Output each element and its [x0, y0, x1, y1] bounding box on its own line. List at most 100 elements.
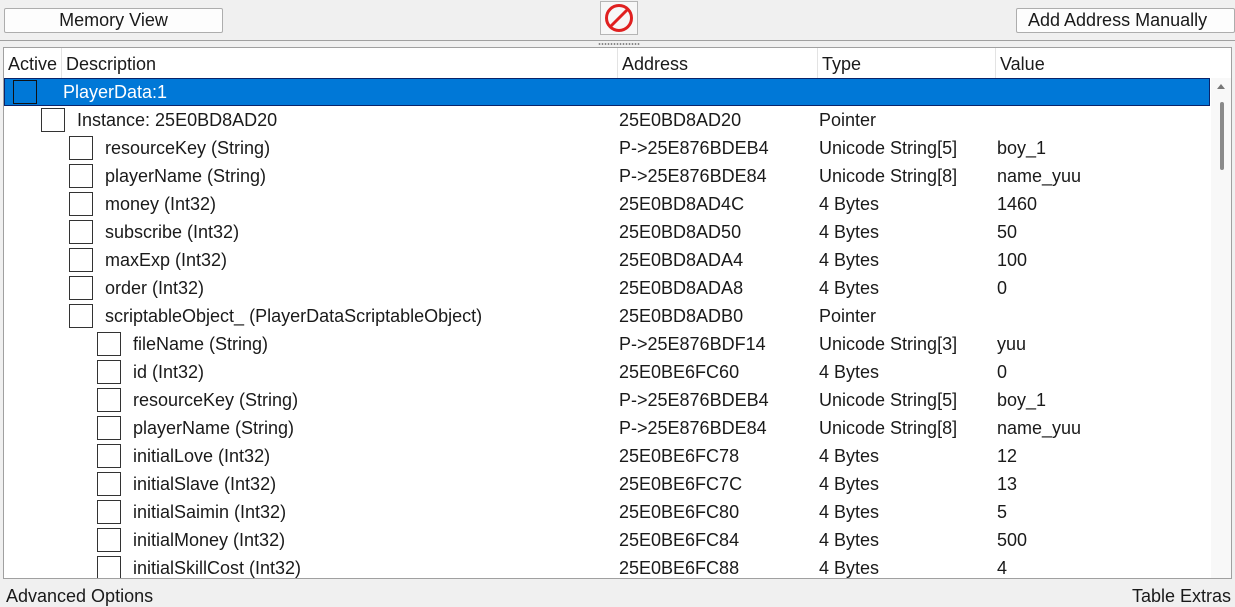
column-header-type[interactable]: Type — [818, 48, 996, 78]
row-value[interactable]: boy_1 — [997, 386, 1046, 414]
table-row[interactable]: order (Int32) 25E0BD8ADA8 4 Bytes 0 — [4, 274, 1210, 302]
active-checkbox[interactable] — [69, 248, 93, 272]
table-row[interactable]: Instance: 25E0BD8AD20 25E0BD8AD20 Pointer — [4, 106, 1210, 134]
row-description: money (Int32) — [105, 194, 217, 214]
row-address: 25E0BD8AD50 — [619, 222, 742, 242]
stop-button[interactable] — [600, 1, 638, 35]
no-entry-icon — [605, 4, 633, 32]
row-address: 25E0BD8ADB0 — [619, 306, 744, 326]
column-header-active[interactable]: Active — [4, 48, 62, 78]
row-value[interactable]: 0 — [997, 274, 1007, 302]
table-rows: PlayerData:1 Instance: 25E0BD8AD20 25E0BD8… — [4, 78, 1210, 578]
row-value[interactable]: name_yuu — [997, 414, 1081, 442]
row-description: id (Int32) — [133, 362, 205, 382]
active-checkbox[interactable] — [13, 80, 37, 104]
memory-view-button[interactable]: Memory View — [4, 8, 223, 33]
active-checkbox[interactable] — [97, 472, 121, 496]
vertical-scrollbar[interactable] — [1211, 78, 1231, 578]
active-checkbox[interactable] — [69, 276, 93, 300]
row-type: Pointer — [819, 110, 877, 130]
row-address: 25E0BD8ADA4 — [619, 250, 744, 270]
table-row[interactable]: money (Int32) 25E0BD8AD4C 4 Bytes 1460 — [4, 190, 1210, 218]
table-row[interactable]: scriptableObject_ (PlayerDataScriptableO… — [4, 302, 1210, 330]
table-row[interactable]: PlayerData:1 — [4, 78, 1210, 106]
row-description: initialSkillCost (Int32) — [133, 558, 302, 578]
column-header-value[interactable]: Value — [996, 48, 1210, 78]
row-value[interactable]: 12 — [997, 442, 1017, 470]
active-checkbox[interactable] — [69, 304, 93, 328]
row-description: subscribe (Int32) — [105, 222, 240, 242]
row-value[interactable]: name_yuu — [997, 162, 1081, 190]
table-row[interactable]: initialSlave (Int32) 25E0BE6FC7C 4 Bytes 13 — [4, 470, 1210, 498]
active-checkbox[interactable] — [97, 332, 121, 356]
table-row[interactable]: maxExp (Int32) 25E0BD8ADA4 4 Bytes 100 — [4, 246, 1210, 274]
splitter-line — [0, 40, 1235, 41]
table-row[interactable]: playerName (String) P->25E876BDE84 Unicode… — [4, 162, 1210, 190]
table-row[interactable]: initialSaimin (Int32) 25E0BE6FC80 4 Bytes 5 — [4, 498, 1210, 526]
active-checkbox[interactable] — [69, 136, 93, 160]
row-address: P->25E876BDEB4 — [619, 390, 769, 410]
row-value[interactable]: 13 — [997, 470, 1017, 498]
row-description: resourceKey (String) — [105, 138, 271, 158]
table-extras-button[interactable]: Table Extras — [1132, 586, 1231, 607]
row-description: scriptableObject_ (PlayerDataScriptableO… — [105, 306, 483, 326]
active-checkbox[interactable] — [97, 388, 121, 412]
table-row[interactable]: fileName (String) P->25E876BDF14 Unicode S… — [4, 330, 1210, 358]
table-row[interactable]: subscribe (Int32) 25E0BD8AD50 4 Bytes 50 — [4, 218, 1210, 246]
row-type: Unicode String[8] — [819, 166, 958, 186]
row-value[interactable]: 1460 — [997, 190, 1037, 218]
row-type: Unicode String[5] — [819, 390, 958, 410]
row-address: 25E0BE6FC84 — [619, 530, 740, 550]
row-type: 4 Bytes — [819, 530, 880, 550]
active-checkbox[interactable] — [97, 360, 121, 384]
row-type: 4 Bytes — [819, 502, 880, 522]
column-header-address[interactable]: Address — [618, 48, 818, 78]
active-checkbox[interactable] — [69, 164, 93, 188]
row-description: initialMoney (Int32) — [133, 530, 286, 550]
row-value[interactable]: boy_1 — [997, 134, 1046, 162]
active-checkbox[interactable] — [97, 500, 121, 524]
active-checkbox[interactable] — [69, 220, 93, 244]
row-description: playerName (String) — [133, 418, 295, 438]
row-value[interactable]: 5 — [997, 498, 1007, 526]
scrollbar-thumb[interactable] — [1220, 102, 1224, 170]
active-checkbox[interactable] — [69, 192, 93, 216]
active-checkbox[interactable] — [97, 416, 121, 440]
row-value[interactable]: 50 — [997, 218, 1017, 246]
row-address: 25E0BD8AD4C — [619, 194, 745, 214]
panel-splitter[interactable] — [0, 40, 1235, 47]
active-checkbox[interactable] — [97, 556, 121, 578]
row-type: 4 Bytes — [819, 362, 880, 382]
row-address: 25E0BD8AD20 — [619, 110, 742, 130]
table-row[interactable]: initialLove (Int32) 25E0BE6FC78 4 Bytes 12 — [4, 442, 1210, 470]
row-value[interactable]: 4 — [997, 554, 1007, 578]
row-description: playerName (String) — [105, 166, 267, 186]
advanced-options-button[interactable]: Advanced Options — [6, 586, 153, 607]
row-value[interactable]: 500 — [997, 526, 1027, 554]
active-checkbox[interactable] — [97, 528, 121, 552]
table-row[interactable]: playerName (String) P->25E876BDE84 Unicode… — [4, 414, 1210, 442]
table-row[interactable]: resourceKey (String) P->25E876BDEB4 Unicod… — [4, 134, 1210, 162]
row-type: 4 Bytes — [819, 278, 880, 298]
table-row[interactable]: id (Int32) 25E0BE6FC60 4 Bytes 0 — [4, 358, 1210, 386]
table-row[interactable]: initialSkillCost (Int32) 25E0BE6FC88 4 Byt… — [4, 554, 1210, 578]
table-row[interactable]: initialMoney (Int32) 25E0BE6FC84 4 Bytes 50… — [4, 526, 1210, 554]
splitter-grip[interactable] — [598, 43, 640, 45]
scroll-up-arrow-icon[interactable] — [1217, 84, 1225, 89]
row-type: 4 Bytes — [819, 194, 880, 214]
row-address: 25E0BE6FC88 — [619, 558, 740, 578]
column-header-description[interactable]: Description — [62, 48, 618, 78]
add-address-manually-button[interactable]: Add Address Manually — [1016, 8, 1235, 33]
row-description: initialSlave (Int32) — [133, 474, 277, 494]
row-address: 25E0BE6FC78 — [619, 446, 740, 466]
row-value[interactable]: yuu — [997, 330, 1026, 358]
row-value[interactable]: 0 — [997, 358, 1007, 386]
row-type: 4 Bytes — [819, 558, 880, 578]
row-type: Unicode String[3] — [819, 334, 958, 354]
row-value[interactable]: 100 — [997, 246, 1027, 274]
active-checkbox[interactable] — [97, 444, 121, 468]
table-row[interactable]: resourceKey (String) P->25E876BDEB4 Unicod… — [4, 386, 1210, 414]
active-checkbox[interactable] — [41, 108, 65, 132]
row-type: Unicode String[8] — [819, 418, 958, 438]
row-description: maxExp (Int32) — [105, 250, 228, 270]
